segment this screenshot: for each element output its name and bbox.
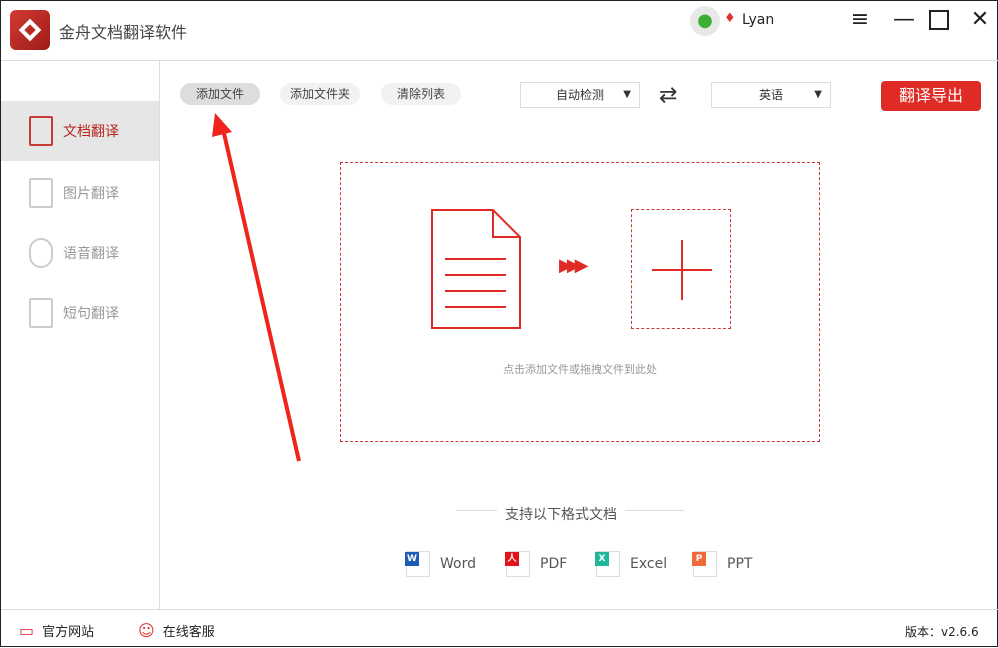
drop-hint: 点击添加文件或拖拽文件到此处 (341, 361, 819, 377)
export-button[interactable]: 翻译导出 (881, 81, 981, 111)
maximize-button[interactable] (929, 10, 949, 30)
text-icon (29, 298, 53, 328)
drop-zone[interactable]: ▶▶▶ 点击添加文件或拖拽文件到此处 (340, 162, 820, 442)
app-title: 金舟文档翻译软件 (59, 19, 187, 43)
sidebar-item-voice[interactable]: 语音翻译 (1, 223, 159, 283)
monitor-icon: ▭ (19, 621, 34, 640)
source-language-value: 自动检测 (556, 88, 604, 102)
arrows-icon: ▶▶▶ (559, 255, 583, 276)
document-icon (431, 209, 521, 329)
format-excel: X Excel (596, 551, 667, 577)
word-icon: W (406, 551, 430, 577)
format-pdf: 人 PDF (506, 551, 567, 577)
format-word: W Word (406, 551, 476, 577)
format-label: Word (440, 556, 476, 572)
ppt-icon: P (693, 551, 717, 577)
user-name[interactable]: Lyan (742, 12, 774, 28)
version-text: 版本：v2.6.6 (905, 623, 979, 640)
formats-title: 支持以下格式文档 (497, 504, 625, 524)
format-label: Excel (630, 556, 667, 572)
close-button[interactable]: ✕ (967, 9, 993, 33)
chevron-down-icon: ▼ (623, 83, 631, 107)
minimize-button[interactable]: — (891, 9, 917, 33)
add-file-button[interactable]: 添加文件 (180, 83, 260, 105)
sidebar-item-label: 语音翻译 (63, 243, 119, 263)
support-label: 在线客服 (163, 621, 215, 640)
official-website-link[interactable]: ▭ 官方网站 (19, 621, 94, 640)
website-label: 官方网站 (42, 621, 94, 640)
wechat-icon[interactable]: ● (690, 6, 720, 36)
sidebar-item-sentence[interactable]: 短句翻译 (1, 283, 159, 343)
chevron-down-icon: ▼ (814, 83, 822, 107)
image-icon (29, 178, 53, 208)
excel-icon: X (596, 551, 620, 577)
menu-icon[interactable]: ≡ (847, 9, 873, 33)
format-ppt: P PPT (693, 551, 752, 577)
source-language-select[interactable]: 自动检测 ▼ (520, 82, 640, 108)
microphone-icon (29, 238, 53, 268)
format-label: PDF (540, 556, 567, 572)
sidebar-item-label: 图片翻译 (63, 183, 119, 203)
swap-icon[interactable]: ⇄ (659, 83, 677, 108)
target-language-value: 英语 (759, 88, 783, 102)
add-folder-button[interactable]: 添加文件夹 (280, 83, 360, 105)
target-language-select[interactable]: 英语 ▼ (711, 82, 831, 108)
pdf-icon: 人 (506, 551, 530, 577)
online-support-link[interactable]: ☺ 在线客服 (138, 621, 215, 640)
sidebar-item-label: 文档翻译 (63, 121, 119, 141)
app-logo (10, 10, 50, 50)
vip-diamond-icon: ♦ (724, 11, 736, 26)
sidebar-item-label: 短句翻译 (63, 303, 119, 323)
clear-list-button[interactable]: 清除列表 (381, 83, 461, 105)
sidebar-item-document[interactable]: 文档翻译 (1, 101, 159, 161)
document-icon (29, 116, 53, 146)
person-icon: ☺ (138, 621, 155, 640)
format-label: PPT (727, 556, 752, 572)
sidebar-item-image[interactable]: 图片翻译 (1, 163, 159, 223)
add-plus-icon[interactable] (631, 209, 731, 329)
